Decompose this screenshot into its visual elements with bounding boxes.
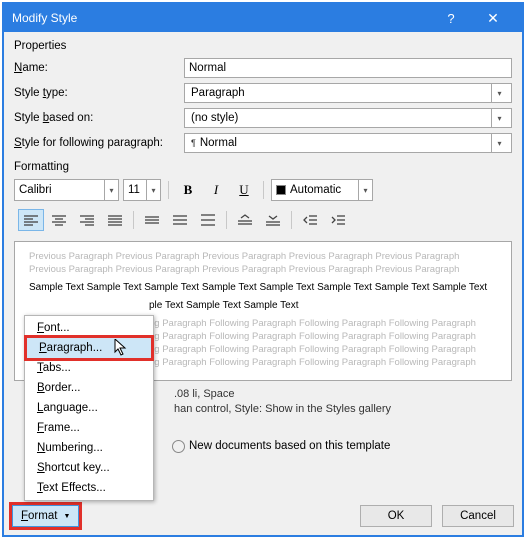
- space-before-dec-button[interactable]: [260, 209, 286, 231]
- format-button[interactable]: Format ▼: [12, 505, 79, 527]
- chevron-down-icon: ▾: [104, 180, 118, 200]
- separator: [263, 181, 264, 199]
- style-based-on-label: Style based on:: [14, 112, 184, 124]
- line-spacing-2-button[interactable]: [195, 209, 221, 231]
- desc-line: han control, Style: Show in the Styles g…: [174, 402, 512, 417]
- italic-button[interactable]: I: [204, 179, 228, 201]
- font-color-value: Automatic: [290, 184, 341, 196]
- cursor-icon: [114, 339, 128, 357]
- paragraph-icon: ¶: [191, 138, 196, 148]
- menu-paragraph[interactable]: Paragraph...: [27, 338, 151, 358]
- menu-frame[interactable]: Frame...: [25, 418, 153, 438]
- menu-tabs[interactable]: Tabs...: [25, 358, 153, 378]
- new-docs-radio[interactable]: [172, 440, 185, 453]
- align-justify-button[interactable]: [102, 209, 128, 231]
- style-based-on-select[interactable]: (no style) ▾: [184, 108, 512, 128]
- chevron-down-icon: ▾: [358, 180, 372, 200]
- preview-ghost-prev: Previous Paragraph Previous Paragraph Pr…: [29, 250, 497, 277]
- line-spacing-1-5-button[interactable]: [167, 209, 193, 231]
- font-size-select[interactable]: 11 ▾: [123, 179, 161, 201]
- preview-sample: Sample Text Sample Text Sample Text Samp…: [29, 281, 497, 295]
- align-right-button[interactable]: [74, 209, 100, 231]
- menu-font[interactable]: Font...: [25, 318, 153, 338]
- chevron-down-icon: ▾: [491, 109, 507, 127]
- style-following-value: Normal: [200, 137, 237, 149]
- font-color-select[interactable]: Automatic ▾: [271, 179, 373, 201]
- preview-sample: ple Text Sample Text Sample Text: [29, 299, 497, 313]
- name-input[interactable]: [184, 58, 512, 78]
- font-family-select[interactable]: Calibri ▾: [14, 179, 119, 201]
- format-menu: Font...Paragraph...Tabs...Border...Langu…: [24, 315, 154, 501]
- style-following-select[interactable]: ¶ Normal ▾: [184, 133, 512, 153]
- chevron-down-icon: ▾: [491, 134, 507, 152]
- bold-button[interactable]: B: [176, 179, 200, 201]
- formatting-label: Formatting: [14, 161, 512, 173]
- style-type-select[interactable]: Paragraph ▾: [184, 83, 512, 103]
- chevron-down-icon: ▾: [491, 84, 507, 102]
- properties-label: Properties: [14, 40, 512, 52]
- separator: [226, 211, 227, 229]
- window-title: Modify Style: [12, 11, 430, 25]
- separator: [133, 211, 134, 229]
- font-size-value: 11: [128, 184, 140, 196]
- align-center-button[interactable]: [46, 209, 72, 231]
- separator: [291, 211, 292, 229]
- indent-decrease-button[interactable]: [297, 209, 323, 231]
- menu-numbering[interactable]: Numbering...: [25, 438, 153, 458]
- menu-shortcut[interactable]: Shortcut key...: [25, 458, 153, 478]
- format-button-label: ormat: [28, 510, 57, 522]
- indent-increase-button[interactable]: [325, 209, 351, 231]
- underline-button[interactable]: U: [232, 179, 256, 201]
- new-docs-label: New documents based on this template: [189, 440, 390, 452]
- style-type-label: Style type:: [14, 87, 184, 99]
- cancel-button[interactable]: Cancel: [442, 505, 514, 527]
- close-icon[interactable]: ✕: [472, 4, 514, 32]
- desc-line: .08 li, Space: [174, 387, 512, 402]
- font-family-value: Calibri: [19, 184, 52, 196]
- align-left-button[interactable]: [18, 209, 44, 231]
- color-swatch-icon: [276, 185, 286, 195]
- ok-button[interactable]: OK: [360, 505, 432, 527]
- menu-text-effects[interactable]: Text Effects...: [25, 478, 153, 498]
- style-type-value: Paragraph: [191, 87, 245, 99]
- name-label: Name:: [14, 62, 184, 74]
- chevron-down-icon: ▾: [146, 180, 160, 200]
- space-before-inc-button[interactable]: [232, 209, 258, 231]
- caret-down-icon: ▼: [63, 513, 70, 520]
- line-spacing-1-button[interactable]: [139, 209, 165, 231]
- separator: [168, 181, 169, 199]
- menu-language[interactable]: Language...: [25, 398, 153, 418]
- help-icon[interactable]: ?: [430, 4, 472, 32]
- style-based-value: (no style): [191, 112, 238, 124]
- style-following-label: Style for following paragraph:: [14, 137, 184, 149]
- menu-border[interactable]: Border...: [25, 378, 153, 398]
